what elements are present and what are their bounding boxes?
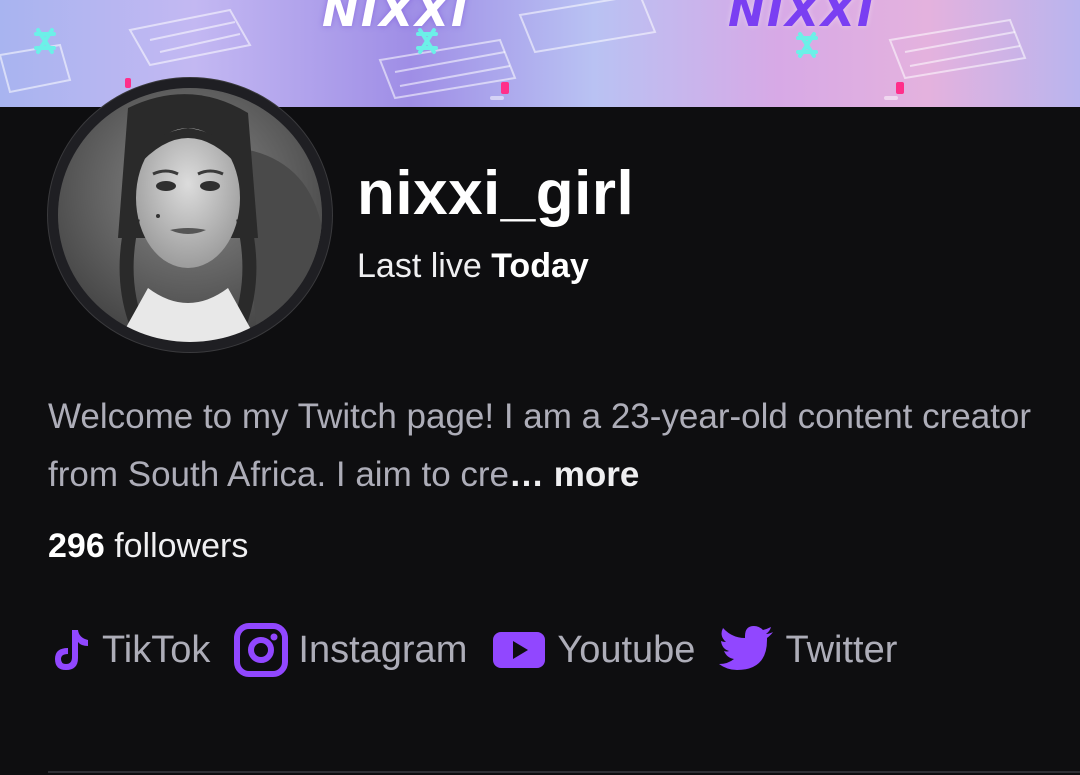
bio-ellipsis: … — [509, 455, 544, 494]
social-label-twitter: Twitter — [785, 629, 898, 671]
bio-more-button[interactable]: more — [554, 455, 640, 494]
social-link-tiktok[interactable]: TikTok — [48, 626, 210, 674]
banner-wordmark-right: NIXXI — [728, 0, 876, 37]
social-label-instagram: Instagram — [298, 629, 468, 671]
social-label-youtube: Youtube — [557, 629, 696, 671]
social-link-instagram[interactable]: Instagram — [234, 623, 467, 677]
twitter-icon — [719, 626, 775, 674]
youtube-icon — [491, 628, 547, 672]
tiktok-icon — [48, 626, 92, 674]
last-live-status: Last live Today — [357, 246, 589, 286]
section-divider — [48, 771, 1080, 773]
banner-wordmark-left: NIXXI — [322, 0, 470, 37]
channel-avatar[interactable] — [48, 78, 332, 352]
followers-number: 296 — [48, 527, 105, 565]
channel-profile-page: NIXXI NIXXI nixxi_girl Last live Today W… — [0, 0, 1080, 775]
avatar-image — [58, 88, 322, 342]
instagram-icon — [234, 623, 289, 677]
social-label-tiktok: TikTok — [102, 629, 211, 671]
channel-bio: Welcome to my Twitch page! I am a 23-yea… — [48, 388, 1038, 504]
social-links: TikTok Instagram Youtube Twitter — [48, 618, 921, 682]
social-link-youtube[interactable]: Youtube — [491, 628, 695, 672]
followers-label: followers — [114, 527, 249, 565]
last-live-prefix: Last live — [357, 247, 482, 285]
last-live-value: Today — [491, 247, 589, 285]
followers-count: 296 followers — [48, 526, 248, 566]
channel-display-name[interactable]: nixxi_girl — [357, 158, 634, 230]
social-link-twitter[interactable]: Twitter — [719, 626, 897, 674]
